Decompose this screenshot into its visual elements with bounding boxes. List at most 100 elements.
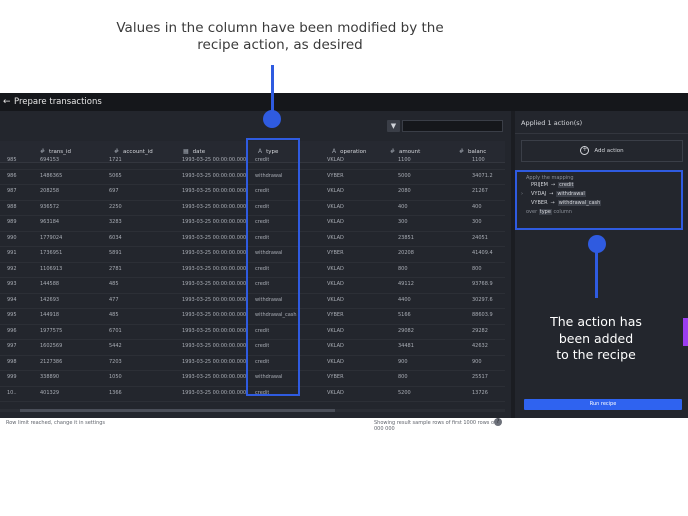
table-cell: VYBER [327, 172, 344, 179]
table-cell: 30297.6 [472, 296, 493, 303]
table-cell: VYBER [327, 312, 344, 318]
table-cell: 1486365 [40, 172, 63, 179]
funnel-icon[interactable]: ▼ [387, 120, 400, 132]
table-cell: VKLAD [327, 327, 344, 334]
add-action-button[interactable]: + Add action [521, 140, 683, 162]
back-arrow-icon[interactable]: ← [3, 93, 11, 111]
mapping-arrow: → [550, 200, 555, 206]
app-window: ← Prepare transactions ▼ # trans_id # accou… [0, 93, 688, 432]
table-cell: 1736951 [40, 250, 63, 256]
table-cell: 1993-03-25 00:00:00.000 [182, 358, 247, 365]
table-cell: 1106913 [40, 265, 63, 272]
filter-input[interactable] [402, 120, 503, 132]
table-cell: 24051 [472, 234, 488, 241]
top-pointer-dot [263, 110, 281, 128]
column-suffix: column [553, 209, 572, 215]
mapping-action-card[interactable]: Apply the mapping › PRIJEM → credit VYDAJ → w… [515, 170, 683, 230]
table-cell: 1993-03-25 00:00:00.000 [182, 203, 247, 210]
table-cell: 300 [472, 219, 482, 225]
recipe-panel: Applied 1 action(s) + Add action Run reci… [515, 111, 688, 418]
applied-actions-title: Applied 1 action(s) [521, 119, 583, 127]
mapping-source: VYDAJ [531, 191, 547, 197]
table-cell: 7203 [109, 358, 122, 365]
table-cell: VKLAD [327, 343, 344, 349]
table-cell: 1602569 [40, 343, 63, 349]
table-cell: VKLAD [327, 203, 344, 210]
mapping-rule: PRIJEM → credit [531, 182, 575, 188]
help-icon[interactable]: ? [494, 418, 502, 426]
horizontal-scrollbar[interactable] [0, 409, 505, 412]
top-bar: ← Prepare transactions [0, 93, 688, 111]
table-cell: VYBER [327, 374, 344, 380]
table-cell: 25517 [472, 374, 488, 380]
table-cell: 485 [109, 281, 119, 287]
table-cell: 5200 [398, 389, 411, 396]
right-caption-line-3: to the recipe [556, 347, 636, 362]
top-caption-line-1: Values in the column have been modified … [116, 20, 444, 36]
table-cell: VKLAD [327, 358, 344, 365]
table-cell: 1993-03-25 00:00:00.000 [182, 250, 247, 256]
expand-chevron-icon[interactable]: › [521, 191, 523, 197]
table-cell: 144588 [40, 281, 60, 287]
table-cell: 34071.2 [472, 172, 493, 179]
top-pointer-line [271, 65, 274, 113]
mapping-source: PRIJEM [531, 182, 548, 188]
table-cell: 1977575 [40, 327, 63, 334]
row-index: 987 [7, 188, 17, 194]
table-cell: VKLAD [327, 265, 344, 272]
mapping-rule: VYDAJ → withdrawal [531, 191, 586, 197]
table-cell: VKLAD [327, 281, 344, 287]
right-pointer-line [595, 248, 598, 298]
table-cell: 20208 [398, 250, 414, 256]
table-cell: 401329 [40, 389, 60, 396]
mapping-rule: VYBER → withdrawal_cash [531, 200, 602, 206]
row-index: 991 [7, 250, 17, 256]
table-cell: 477 [109, 296, 119, 303]
row-index: 999 [7, 374, 17, 380]
table-cell: VKLAD [327, 188, 344, 194]
column-reference: over type column [526, 209, 572, 215]
right-caption-line-2: been added [558, 330, 634, 346]
mapping-target: withdrawal [556, 191, 586, 197]
run-recipe-button[interactable]: Run recipe [524, 399, 682, 410]
table-cell: 1993-03-25 00:00:00.000 [182, 343, 247, 349]
table-cell: 21267 [472, 188, 488, 194]
table-cell: VKLAD [327, 157, 344, 163]
table-cell: 23851 [398, 234, 414, 241]
table-cell: 142693 [40, 296, 60, 303]
row-index: 993 [7, 281, 17, 287]
side-feedback-tab[interactable] [683, 318, 688, 346]
table-cell: 900 [472, 358, 482, 365]
table-cell: 900 [398, 358, 408, 365]
table-cell: VYBER [327, 250, 344, 256]
table-cell: 697 [109, 188, 119, 194]
scrollbar-thumb[interactable] [20, 409, 335, 412]
table-cell: 1050 [109, 374, 122, 380]
top-caption-line-2: recipe action, as desired [197, 37, 363, 53]
table-cell: 1993-03-25 00:00:00.000 [182, 296, 247, 303]
table-cell: 6701 [109, 327, 122, 334]
table-cell: 800 [398, 374, 408, 380]
row-limit-notice: Row limit reached, change it in settings [6, 420, 106, 426]
table-cell: 300 [398, 219, 408, 225]
table-cell: 2080 [398, 188, 411, 194]
row-index: 985 [7, 157, 17, 163]
table-cell: 1993-03-25 00:00:00.000 [182, 327, 247, 334]
table-cell: 1993-03-25 00:00:00.000 [182, 281, 247, 287]
action-heading: Apply the mapping [526, 175, 574, 181]
table-cell: 42632 [472, 343, 488, 349]
table-cell: 338890 [40, 374, 60, 380]
table-cell: VKLAD [327, 219, 344, 225]
table-cell: 6034 [109, 234, 122, 241]
table-cell: 1993-03-25 00:00:00.000 [182, 374, 247, 380]
table-cell: 1100 [398, 157, 411, 163]
row-index: 988 [7, 203, 17, 210]
table-cell: 1993-03-25 00:00:00.000 [182, 234, 247, 241]
table-cell: 29282 [472, 327, 488, 334]
plus-circle-icon: + [580, 146, 590, 155]
table-cell: 49112 [398, 281, 414, 287]
table-cell: 5442 [109, 343, 122, 349]
table-cell: 2127386 [40, 358, 63, 365]
top-annotation-caption: Values in the column have been modified … [100, 20, 460, 54]
row-index: 997 [7, 343, 17, 349]
